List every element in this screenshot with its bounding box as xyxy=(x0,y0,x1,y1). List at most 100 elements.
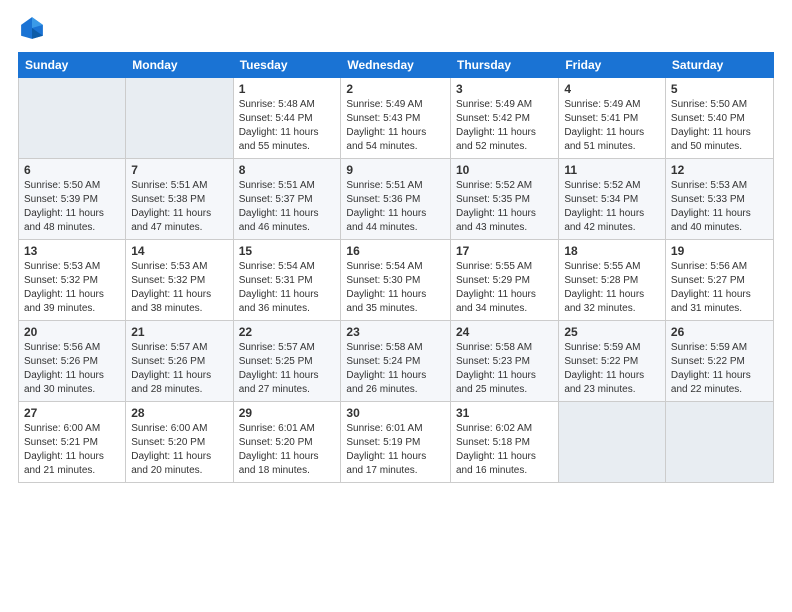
calendar-cell: 15 Sunrise: 5:54 AMSunset: 5:31 PMDayligh… xyxy=(233,240,341,321)
day-info: Sunrise: 5:55 AMSunset: 5:28 PMDaylight:… xyxy=(564,260,660,316)
calendar-header-monday: Monday xyxy=(126,53,233,78)
calendar: SundayMondayTuesdayWednesdayThursdayFrid… xyxy=(18,52,774,483)
calendar-week-row: 27Sunrise: 6:00 AMSunset: 5:21 PMDayligh… xyxy=(19,402,774,483)
calendar-cell: 17Sunrise: 5:55 AMSunset: 5:29 PMDayligh… xyxy=(450,240,558,321)
day-info: Sunrise: 5:58 AMSunset: 5:23 PMDaylight:… xyxy=(456,341,553,397)
day-info: Sunrise: 5:57 AMSunset: 5:26 PMDaylight:… xyxy=(131,341,227,397)
day-info: Sunrise: 5:49 AMSunset: 5:42 PMDaylight:… xyxy=(456,98,553,154)
calendar-cell: 16 Sunrise: 5:54 AMSunset: 5:30 PMDayligh… xyxy=(341,240,451,321)
day-info: Sunrise: 6:02 AMSunset: 5:18 PMDaylight:… xyxy=(456,422,553,478)
day-info: Sunrise: 5:49 AMSunset: 5:43 PMDaylight:… xyxy=(346,98,445,154)
day-number: 13 xyxy=(24,244,120,258)
day-info: Sunrise: 5:53 AMSunset: 5:32 PMDaylight:… xyxy=(24,260,120,316)
day-number: 18 xyxy=(564,244,660,258)
header xyxy=(18,16,774,42)
day-number: 6 xyxy=(24,163,120,177)
calendar-header-saturday: Saturday xyxy=(665,53,773,78)
calendar-cell: 13 Sunrise: 5:53 AMSunset: 5:32 PMDayligh… xyxy=(19,240,126,321)
day-info: Sunrise: 5:51 AMSunset: 5:38 PMDaylight:… xyxy=(131,179,227,235)
day-number: 10 xyxy=(456,163,553,177)
calendar-cell: 14 Sunrise: 5:53 AMSunset: 5:32 PMDayligh… xyxy=(126,240,233,321)
day-info: Sunrise: 5:54 AMSunset: 5:31 PMDaylight:… xyxy=(239,260,336,316)
day-number: 30 xyxy=(346,406,445,420)
calendar-cell: 19 Sunrise: 5:56 AMSunset: 5:27 PMDayligh… xyxy=(665,240,773,321)
day-info: Sunrise: 5:50 AMSunset: 5:40 PMDaylight:… xyxy=(671,98,768,154)
day-info: Sunrise: 5:52 AMSunset: 5:35 PMDaylight:… xyxy=(456,179,553,235)
calendar-cell: 2Sunrise: 5:49 AMSunset: 5:43 PMDaylight… xyxy=(341,78,451,159)
day-info: Sunrise: 5:56 AMSunset: 5:26 PMDaylight:… xyxy=(24,341,120,397)
calendar-cell: 29 Sunrise: 6:01 AMSunset: 5:20 PMDayligh… xyxy=(233,402,341,483)
day-info: Sunrise: 5:51 AMSunset: 5:36 PMDaylight:… xyxy=(346,179,445,235)
day-info: Sunrise: 5:59 AMSunset: 5:22 PMDaylight:… xyxy=(671,341,768,397)
day-number: 12 xyxy=(671,163,768,177)
calendar-header-wednesday: Wednesday xyxy=(341,53,451,78)
calendar-week-row: 6Sunrise: 5:50 AMSunset: 5:39 PMDaylight… xyxy=(19,159,774,240)
day-number: 28 xyxy=(131,406,227,420)
calendar-cell: 6Sunrise: 5:50 AMSunset: 5:39 PMDaylight… xyxy=(19,159,126,240)
calendar-cell: 9 Sunrise: 5:51 AMSunset: 5:36 PMDaylight… xyxy=(341,159,451,240)
day-number: 21 xyxy=(131,325,227,339)
day-number: 29 xyxy=(239,406,336,420)
logo-icon xyxy=(18,14,46,42)
day-number: 3 xyxy=(456,82,553,96)
calendar-header-tuesday: Tuesday xyxy=(233,53,341,78)
day-number: 9 xyxy=(346,163,445,177)
day-number: 22 xyxy=(239,325,336,339)
calendar-cell: 7 Sunrise: 5:51 AMSunset: 5:38 PMDaylight… xyxy=(126,159,233,240)
page: SundayMondayTuesdayWednesdayThursdayFrid… xyxy=(0,0,792,612)
day-number: 19 xyxy=(671,244,768,258)
calendar-cell: 25Sunrise: 5:59 AMSunset: 5:22 PMDayligh… xyxy=(559,321,666,402)
day-info: Sunrise: 5:58 AMSunset: 5:24 PMDaylight:… xyxy=(346,341,445,397)
calendar-week-row: 1Sunrise: 5:48 AMSunset: 5:44 PMDaylight… xyxy=(19,78,774,159)
calendar-header-friday: Friday xyxy=(559,53,666,78)
day-number: 26 xyxy=(671,325,768,339)
day-number: 27 xyxy=(24,406,120,420)
day-info: Sunrise: 5:56 AMSunset: 5:27 PMDaylight:… xyxy=(671,260,768,316)
day-info: Sunrise: 5:49 AMSunset: 5:41 PMDaylight:… xyxy=(564,98,660,154)
day-info: Sunrise: 6:00 AMSunset: 5:20 PMDaylight:… xyxy=(131,422,227,478)
day-info: Sunrise: 5:53 AMSunset: 5:33 PMDaylight:… xyxy=(671,179,768,235)
day-info: Sunrise: 5:51 AMSunset: 5:37 PMDaylight:… xyxy=(239,179,336,235)
calendar-cell: 20Sunrise: 5:56 AMSunset: 5:26 PMDayligh… xyxy=(19,321,126,402)
day-number: 15 xyxy=(239,244,336,258)
day-info: Sunrise: 5:59 AMSunset: 5:22 PMDaylight:… xyxy=(564,341,660,397)
calendar-cell xyxy=(559,402,666,483)
day-info: Sunrise: 6:01 AMSunset: 5:19 PMDaylight:… xyxy=(346,422,445,478)
calendar-cell xyxy=(19,78,126,159)
calendar-cell: 28 Sunrise: 6:00 AMSunset: 5:20 PMDayligh… xyxy=(126,402,233,483)
calendar-cell: 1Sunrise: 5:48 AMSunset: 5:44 PMDaylight… xyxy=(233,78,341,159)
day-info: Sunrise: 5:57 AMSunset: 5:25 PMDaylight:… xyxy=(239,341,336,397)
calendar-header-thursday: Thursday xyxy=(450,53,558,78)
day-info: Sunrise: 5:54 AMSunset: 5:30 PMDaylight:… xyxy=(346,260,445,316)
calendar-cell xyxy=(126,78,233,159)
calendar-header-row: SundayMondayTuesdayWednesdayThursdayFrid… xyxy=(19,53,774,78)
logo xyxy=(18,16,48,42)
calendar-cell: 3 Sunrise: 5:49 AMSunset: 5:42 PMDaylight… xyxy=(450,78,558,159)
day-info: Sunrise: 5:48 AMSunset: 5:44 PMDaylight:… xyxy=(239,98,336,154)
day-number: 11 xyxy=(564,163,660,177)
calendar-cell: 11 Sunrise: 5:52 AMSunset: 5:34 PMDayligh… xyxy=(559,159,666,240)
day-info: Sunrise: 5:53 AMSunset: 5:32 PMDaylight:… xyxy=(131,260,227,316)
calendar-cell: 31Sunrise: 6:02 AMSunset: 5:18 PMDayligh… xyxy=(450,402,558,483)
calendar-cell: 18 Sunrise: 5:55 AMSunset: 5:28 PMDayligh… xyxy=(559,240,666,321)
calendar-cell: 5 Sunrise: 5:50 AMSunset: 5:40 PMDaylight… xyxy=(665,78,773,159)
calendar-cell: 27Sunrise: 6:00 AMSunset: 5:21 PMDayligh… xyxy=(19,402,126,483)
day-number: 7 xyxy=(131,163,227,177)
calendar-week-row: 13 Sunrise: 5:53 AMSunset: 5:32 PMDayligh… xyxy=(19,240,774,321)
day-number: 16 xyxy=(346,244,445,258)
calendar-cell: 23Sunrise: 5:58 AMSunset: 5:24 PMDayligh… xyxy=(341,321,451,402)
calendar-cell: 10 Sunrise: 5:52 AMSunset: 5:35 PMDayligh… xyxy=(450,159,558,240)
day-number: 5 xyxy=(671,82,768,96)
calendar-week-row: 20Sunrise: 5:56 AMSunset: 5:26 PMDayligh… xyxy=(19,321,774,402)
day-info: Sunrise: 5:52 AMSunset: 5:34 PMDaylight:… xyxy=(564,179,660,235)
calendar-cell: 8 Sunrise: 5:51 AMSunset: 5:37 PMDaylight… xyxy=(233,159,341,240)
calendar-cell: 26 Sunrise: 5:59 AMSunset: 5:22 PMDayligh… xyxy=(665,321,773,402)
day-number: 8 xyxy=(239,163,336,177)
day-info: Sunrise: 6:01 AMSunset: 5:20 PMDaylight:… xyxy=(239,422,336,478)
day-number: 24 xyxy=(456,325,553,339)
day-number: 4 xyxy=(564,82,660,96)
calendar-cell: 30 Sunrise: 6:01 AMSunset: 5:19 PMDayligh… xyxy=(341,402,451,483)
day-number: 14 xyxy=(131,244,227,258)
day-info: Sunrise: 5:55 AMSunset: 5:29 PMDaylight:… xyxy=(456,260,553,316)
calendar-cell: 22 Sunrise: 5:57 AMSunset: 5:25 PMDayligh… xyxy=(233,321,341,402)
